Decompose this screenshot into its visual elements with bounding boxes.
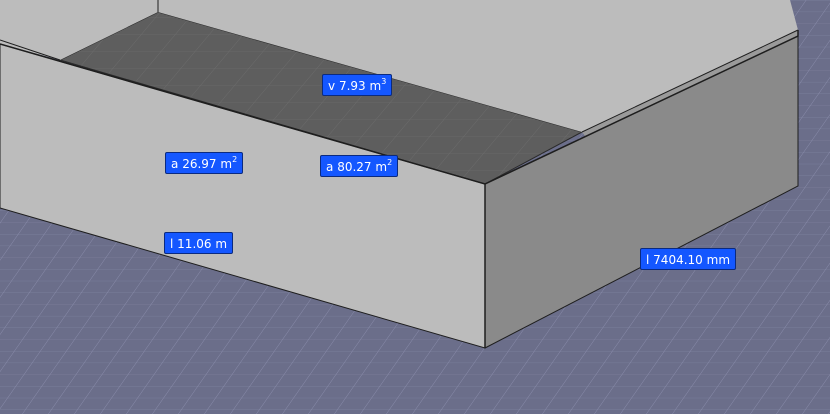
- 3d-scene[interactable]: [0, 0, 830, 414]
- volume-unit-sup: 3: [381, 77, 387, 86]
- length-right-unit: mm: [706, 253, 731, 267]
- area-left-value: 26.97: [182, 157, 217, 171]
- 3d-viewport[interactable]: v 7.93 m3 a 26.97 m2 a 80.27 m2 l 11.06 …: [0, 0, 830, 414]
- area-left-unit-sup: 2: [232, 155, 238, 164]
- length-right-value: 7404.10: [653, 253, 703, 267]
- area-left-unit: m: [220, 157, 233, 171]
- area-floor-unit-sup: 2: [387, 158, 393, 167]
- length-right-prefix: l: [646, 253, 650, 267]
- area-floor-value: 80.27: [337, 160, 372, 174]
- volume-prefix: v: [328, 79, 336, 93]
- area-left-prefix: a: [171, 157, 179, 171]
- volume-label[interactable]: v 7.93 m3: [322, 74, 393, 96]
- area-floor-prefix: a: [326, 160, 334, 174]
- volume-unit: m: [369, 79, 382, 93]
- length-right-label[interactable]: l 7404.10 mm: [640, 248, 737, 270]
- length-left-value: 11.06: [177, 237, 212, 251]
- length-left-unit: m: [215, 237, 228, 251]
- area-floor-label[interactable]: a 80.27 m2: [320, 155, 399, 177]
- area-left-label[interactable]: a 26.97 m2: [165, 152, 244, 174]
- length-left-label[interactable]: l 11.06 m: [164, 232, 234, 254]
- area-floor-unit: m: [375, 160, 388, 174]
- length-left-prefix: l: [170, 237, 174, 251]
- volume-value: 7.93: [338, 79, 366, 93]
